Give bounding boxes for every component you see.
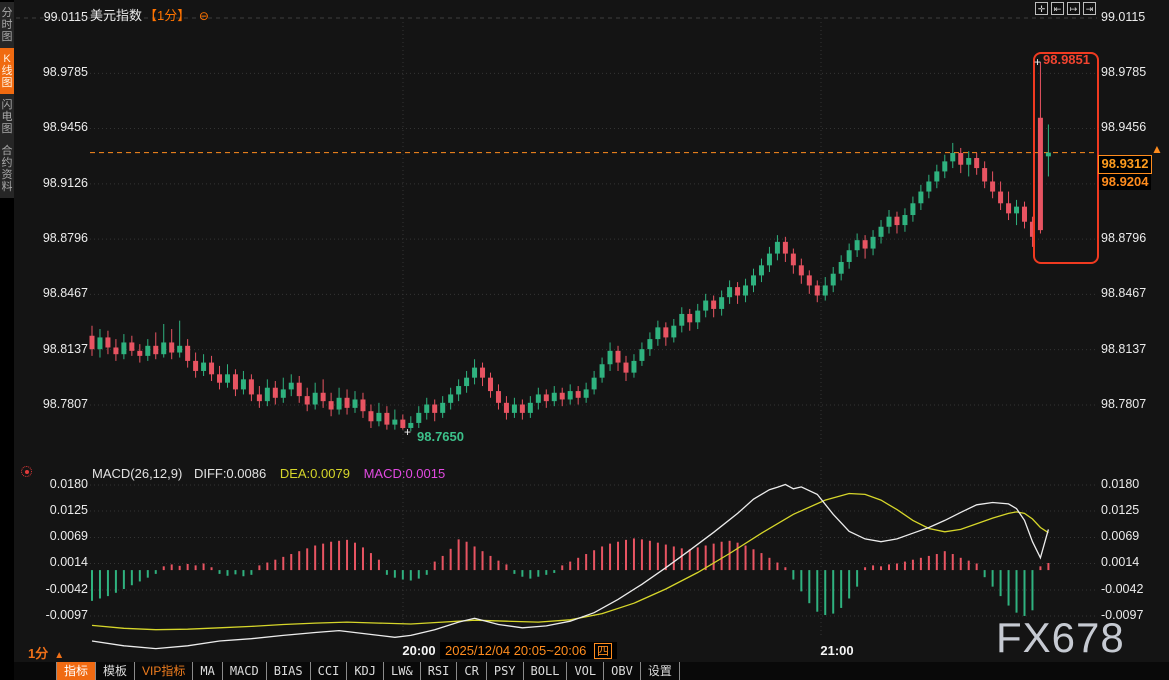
toolbar-item-indicators[interactable]: 指标 (56, 662, 96, 680)
toolbar-item-macd[interactable]: MACD (223, 662, 267, 680)
price-arrow-icon: ▲ (1151, 142, 1163, 156)
secondary-price-tag: 98.9204 (1099, 174, 1151, 190)
macd-name: MACD(26,12,9) (92, 466, 182, 481)
toolbar-item-cr[interactable]: CR (457, 662, 486, 680)
go-latest-icon[interactable]: ⇥ (1083, 2, 1096, 15)
sidebar-item-kline-chart[interactable]: K线图 (0, 48, 14, 94)
macd-macd-value: MACD:0.0015 (364, 466, 446, 481)
chart-canvas[interactable] (0, 0, 1169, 680)
period-selector[interactable]: 1分 ▲ (28, 643, 64, 662)
toolbar-item-settings[interactable]: 设置 (641, 662, 680, 680)
toolbar-item-cci[interactable]: CCI (311, 662, 348, 680)
range-date: 2025/12/04 (445, 643, 510, 658)
zoom-out-icon[interactable]: ⊖ (199, 9, 209, 23)
indicator-toolbar: 指标 模板 VIP指标 MA MACD BIAS CCI KDJ LW& RSI… (14, 662, 1169, 680)
zoom-out-axis-icon[interactable]: ↦ (1067, 2, 1080, 15)
range-times: 20:05~20:06 (514, 643, 587, 658)
chart-title: 美元指数【1分】 ⊖ (90, 5, 209, 24)
low-price-label: 98.7650 (417, 429, 464, 444)
high-price-label: 98.9851 (1043, 52, 1090, 67)
macd-dea-value: DEA:0.0079 (280, 466, 350, 481)
macd-diff-value: DIFF:0.0086 (194, 466, 266, 481)
macd-target-icon[interactable] (21, 466, 32, 477)
toolbar-item-vip[interactable]: VIP指标 (135, 662, 193, 680)
crosshair-icon[interactable]: ✛ (1035, 2, 1048, 15)
current-price-tag: 98.9312 (1098, 155, 1152, 174)
toolbar-item-psy[interactable]: PSY (487, 662, 524, 680)
zoom-in-axis-icon[interactable]: ⇤ (1051, 2, 1064, 15)
chart-tools: ✛ ⇤ ↦ ⇥ (1035, 2, 1096, 15)
toolbar-item-obv[interactable]: OBV (604, 662, 641, 680)
app-window: 99.011599.011598.978598.978598.945698.94… (0, 0, 1169, 680)
macd-header: MACD(26,12,9) DIFF:0.0086 DEA:0.0079 MAC… (92, 466, 445, 481)
symbol-name: 美元指数 (90, 8, 142, 23)
sidebar-item-flash-chart[interactable]: 闪电图 (0, 94, 14, 140)
period-tag: 【1分】 (144, 8, 190, 23)
toolbar-item-lw[interactable]: LW& (384, 662, 421, 680)
toolbar-item-rsi[interactable]: RSI (421, 662, 458, 680)
toolbar-item-bias[interactable]: BIAS (267, 662, 311, 680)
toolbar-item-vol[interactable]: VOL (567, 662, 604, 680)
time-range-box: 2025/12/04 20:05~20:06 四 (440, 642, 617, 659)
toolbar-item-kdj[interactable]: KDJ (347, 662, 384, 680)
toolbar-item-ma[interactable]: MA (193, 662, 222, 680)
sidebar-item-contract-info[interactable]: 合约资料 (0, 140, 14, 198)
toolbar-item-boll[interactable]: BOLL (524, 662, 568, 680)
range-weekday: 四 (594, 643, 612, 659)
toolbar-item-templates[interactable]: 模板 (96, 662, 135, 680)
period-label: 1分 (28, 646, 48, 661)
sidebar: 分时图 K线图 闪电图 合约资料 (0, 0, 14, 680)
period-expand-icon: ▲ (54, 650, 64, 661)
sidebar-item-time-chart[interactable]: 分时图 (0, 2, 14, 48)
